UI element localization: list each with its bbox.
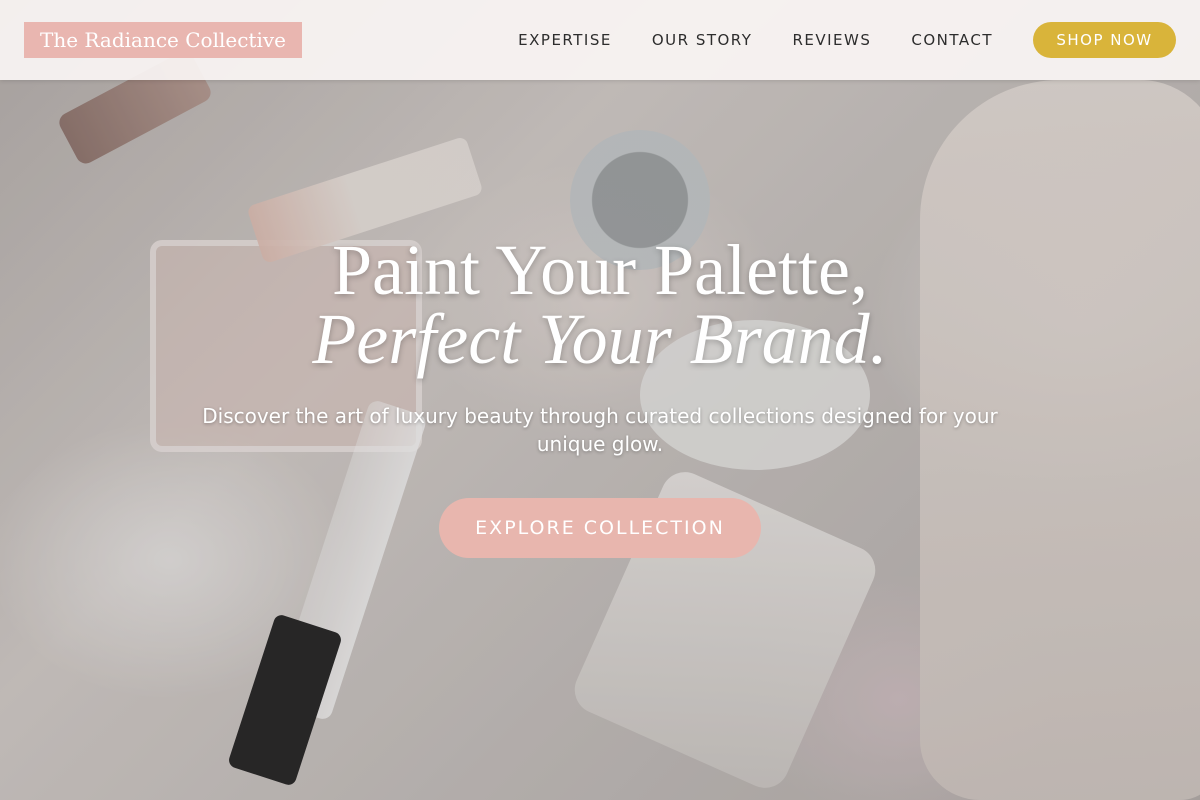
shop-now-button[interactable]: SHOP NOW	[1033, 22, 1176, 58]
nav-link-our-story[interactable]: OUR STORY	[652, 31, 753, 49]
explore-collection-button[interactable]: EXPLORE COLLECTION	[439, 498, 761, 558]
hero-headline-line-2: Perfect Your Brand.	[312, 299, 888, 379]
nav-link-contact[interactable]: CONTACT	[911, 31, 993, 49]
nav-link-expertise[interactable]: EXPERTISE	[518, 31, 612, 49]
hero-headline-line-1: Paint Your Palette,	[331, 230, 869, 310]
hero-content: Paint Your Palette, Perfect Your Brand. …	[0, 230, 1200, 558]
brand-logo[interactable]: The Radiance Collective	[24, 22, 302, 58]
top-navigation: The Radiance Collective EXPERTISE OUR ST…	[0, 0, 1200, 80]
hero-subtext: Discover the art of luxury beauty throug…	[202, 404, 998, 456]
nav-link-reviews[interactable]: REVIEWS	[792, 31, 871, 49]
nav-links: EXPERTISE OUR STORY REVIEWS CONTACT SHOP…	[518, 0, 1200, 80]
